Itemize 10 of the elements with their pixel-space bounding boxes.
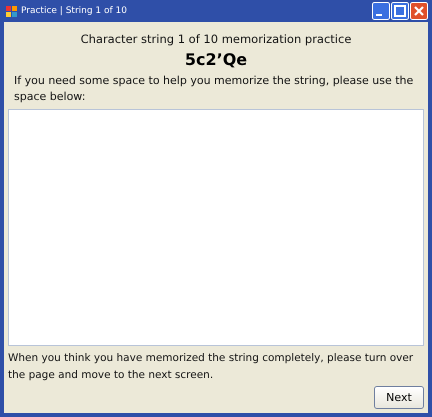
instruction-text: If you need some space to help you memorize the string, please use the space below:: [13, 73, 414, 105]
next-button[interactable]: Next: [374, 386, 424, 409]
app-icon: [6, 6, 17, 16]
heading: Character string 1 of 10 memorization practice: [80, 32, 352, 46]
window-title: Practice | String 1 of 10: [21, 6, 127, 16]
target-string: 5c2’Qe: [184, 50, 248, 69]
footer-text: When you think you have memorized the string completely, please turn over the page and move to the next screen.: [8, 351, 414, 383]
maximize-icon[interactable]: [391, 2, 409, 20]
close-icon[interactable]: [410, 2, 428, 20]
minimize-icon[interactable]: [372, 2, 390, 20]
